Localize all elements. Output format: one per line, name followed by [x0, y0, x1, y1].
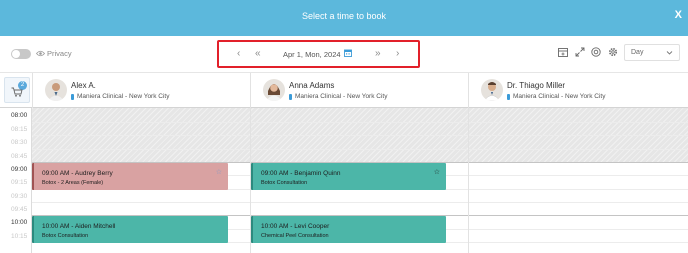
toggle-knob	[12, 50, 20, 58]
provider-location: Maniera Clinical - New York City	[289, 93, 387, 100]
schedule-grid: 08:00 08:15 08:30 08:45 09:00 09:15 09:3…	[0, 108, 688, 253]
provider-name: Anna Adams	[289, 81, 335, 90]
provider-avatar	[263, 79, 285, 101]
star-icon[interactable]: ☆	[216, 168, 222, 176]
calendar-icon[interactable]	[344, 49, 352, 57]
gear-icon[interactable]	[608, 47, 618, 57]
appointment-service: Botox Consultation	[42, 233, 89, 239]
appointment-card[interactable]: 09:00 AM - Audrey Berry Botox - 2 Areas …	[32, 163, 228, 190]
appointment-title: 09:00 AM - Benjamin Quinn	[261, 170, 341, 177]
view-select-value: Day	[631, 49, 644, 56]
time-label: 09:15	[11, 179, 28, 186]
next-week-button[interactable]: »	[375, 48, 381, 60]
prev-day-button[interactable]: ‹	[237, 48, 240, 60]
grid-line	[32, 135, 688, 136]
time-label: 09:00	[11, 166, 28, 173]
avatar-image	[483, 82, 501, 101]
chevron-down-icon	[666, 51, 673, 55]
view-select[interactable]: Day	[624, 44, 680, 61]
grid-line	[32, 149, 688, 150]
location-pin-icon	[507, 93, 510, 100]
appointment-card[interactable]: 09:00 AM - Benjamin Quinn Botox Consulta…	[251, 163, 446, 190]
star-icon[interactable]: ☆	[434, 168, 440, 176]
time-column: 08:00 08:15 08:30 08:45 09:00 09:15 09:3…	[0, 108, 32, 253]
modal-header: Select a time to book X	[0, 0, 688, 36]
appointment-service: Chemical Peel Consultation	[261, 233, 329, 239]
cart-button[interactable]: 2	[4, 77, 30, 103]
provider-location-text: Maniera Clinical - New York City	[295, 93, 388, 100]
time-label: 08:45	[11, 153, 28, 160]
time-label: 10:00	[11, 219, 28, 226]
time-label: 09:30	[11, 193, 28, 200]
avatar-image	[266, 84, 282, 101]
expand-icon[interactable]	[575, 47, 585, 57]
provider-header-row: 2 Alex A. Maniera Clinical - New York Ci…	[0, 72, 688, 108]
column-divider	[468, 108, 469, 253]
grid-line	[32, 202, 688, 203]
appointment-service: Botox Consultation	[261, 180, 308, 186]
privacy-label-group: Privacy	[36, 49, 72, 58]
provider-name: Alex A.	[71, 81, 96, 90]
privacy-toggle[interactable]	[11, 49, 31, 59]
appointment-title: 10:00 AM - Levi Cooper	[261, 223, 330, 230]
cart-icon	[11, 87, 23, 97]
appointment-service: Botox - 2 Areas (Female)	[42, 180, 104, 186]
date-navigator: ‹ « Apr 1, Mon, 2024 » ›	[217, 40, 420, 68]
provider-column-header[interactable]: Anna Adams Maniera Clinical - New York C…	[250, 73, 468, 108]
time-label: 08:15	[11, 126, 28, 133]
provider-location: Maniera Clinical - New York City	[507, 93, 605, 100]
privacy-label: Privacy	[47, 49, 72, 58]
appointment-card[interactable]: 10:00 AM - Levi Cooper Chemical Peel Con…	[251, 216, 446, 243]
grid-line	[32, 122, 688, 123]
provider-column-header[interactable]: Alex A. Maniera Clinical - New York City	[32, 73, 250, 108]
location-pin-icon	[289, 93, 292, 100]
provider-name: Dr. Thiago Miller	[507, 81, 566, 90]
provider-location-text: Maniera Clinical - New York City	[513, 93, 606, 100]
time-label: 08:30	[11, 139, 28, 146]
eye-icon	[36, 50, 45, 57]
location-pin-icon	[71, 93, 74, 100]
provider-avatar	[45, 79, 67, 101]
calendar-add-icon[interactable]	[558, 47, 568, 57]
modal-title: Select a time to book	[301, 11, 387, 21]
time-label: 10:15	[11, 233, 28, 240]
prev-week-button[interactable]: «	[255, 48, 261, 60]
next-day-button[interactable]: ›	[396, 48, 399, 60]
appointment-title: 10:00 AM - Aiden Mitchell	[42, 223, 116, 230]
support-icon[interactable]	[591, 47, 601, 57]
time-label: 09:45	[11, 206, 28, 213]
appointment-card[interactable]: 10:00 AM - Aiden Mitchell Botox Consulta…	[32, 216, 228, 243]
current-date[interactable]: Apr 1, Mon, 2024	[283, 50, 341, 59]
provider-location: Maniera Clinical - New York City	[71, 93, 169, 100]
provider-avatar	[481, 79, 503, 101]
close-button[interactable]: X	[675, 9, 682, 21]
avatar-image	[48, 83, 64, 101]
time-label: 08:00	[11, 112, 28, 119]
provider-column-header[interactable]: Dr. Thiago Miller Maniera Clinical - New…	[468, 73, 688, 108]
provider-location-text: Maniera Clinical - New York City	[77, 93, 170, 100]
appointment-title: 09:00 AM - Audrey Berry	[42, 170, 113, 177]
